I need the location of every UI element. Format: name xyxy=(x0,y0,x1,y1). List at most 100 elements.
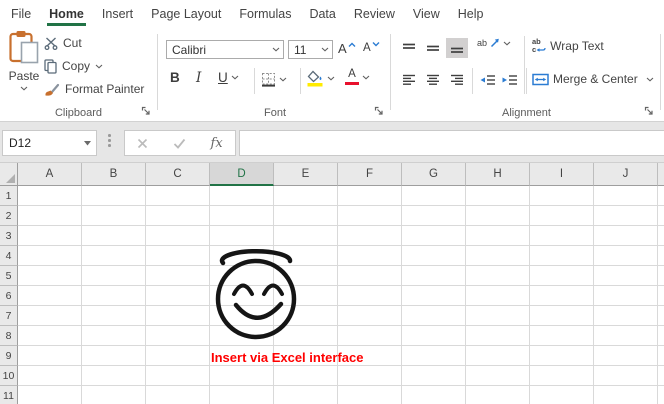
column-header-C[interactable]: C xyxy=(146,163,210,186)
bold-label: B xyxy=(170,70,180,85)
tab-help[interactable]: Help xyxy=(456,1,486,28)
middle-align-button[interactable] xyxy=(422,38,444,58)
font-name-value: Calibri xyxy=(172,43,272,57)
merge-center-icon xyxy=(532,73,549,86)
tab-insert[interactable]: Insert xyxy=(100,1,135,28)
row-header-9[interactable]: 9 xyxy=(0,346,18,366)
align-left-icon xyxy=(402,74,416,86)
group-separator xyxy=(390,34,391,110)
row-header-7[interactable]: 7 xyxy=(0,306,18,326)
row-header-2[interactable]: 2 xyxy=(0,206,18,226)
underline-label: U xyxy=(218,70,228,85)
format-painter-brush-icon xyxy=(44,82,60,97)
name-box-dropdown-icon[interactable] xyxy=(83,140,92,146)
format-painter-button[interactable]: Format Painter xyxy=(44,78,144,100)
insert-function-button[interactable]: fx xyxy=(211,136,223,151)
increase-indent-icon xyxy=(502,74,518,86)
orientation-chevron-icon xyxy=(503,41,511,46)
orientation-arrow-icon xyxy=(490,38,500,48)
smiley-face-drawing[interactable] xyxy=(215,243,301,345)
fill-color-button[interactable] xyxy=(307,70,335,87)
column-header-F[interactable]: F xyxy=(338,163,402,186)
font-name-select[interactable]: Calibri xyxy=(166,40,284,59)
wrap-text-icon: ab c xyxy=(532,38,546,54)
column-header-partial[interactable] xyxy=(658,163,664,186)
font-color-bar xyxy=(345,82,359,86)
row-header-1[interactable]: 1 xyxy=(0,186,18,206)
align-center-button[interactable] xyxy=(422,70,444,90)
row-header-4[interactable]: 4 xyxy=(0,246,18,266)
clipboard-dialog-launcher[interactable] xyxy=(141,106,152,117)
merge-center-label: Merge & Center xyxy=(553,72,638,86)
enter-check-icon[interactable] xyxy=(173,138,186,149)
top-align-button[interactable] xyxy=(398,38,420,58)
font-color-chevron-icon xyxy=(362,75,370,80)
cut-button[interactable]: Cut xyxy=(44,32,82,54)
merge-center-button[interactable]: Merge & Center xyxy=(532,72,654,86)
column-header-A[interactable]: A xyxy=(18,163,82,186)
font-name-chevron-icon xyxy=(272,47,280,52)
column-header-J[interactable]: J xyxy=(594,163,658,186)
scissors-icon xyxy=(44,37,58,50)
italic-button[interactable]: I xyxy=(196,70,201,86)
name-box[interactable]: D12 xyxy=(2,130,97,156)
formula-bar-input[interactable] xyxy=(239,130,664,156)
select-all-corner[interactable] xyxy=(0,163,18,186)
top-align-icon xyxy=(402,42,416,54)
shrink-font-button[interactable]: A xyxy=(363,41,380,54)
face-outline xyxy=(218,261,294,337)
borders-button[interactable] xyxy=(261,72,287,87)
align-left-button[interactable] xyxy=(398,70,420,90)
underline-button[interactable]: U xyxy=(218,70,239,85)
row-header-11[interactable]: 11 xyxy=(0,386,18,404)
column-header-G[interactable]: G xyxy=(402,163,466,186)
tab-page-layout[interactable]: Page Layout xyxy=(149,1,223,28)
grow-font-button[interactable]: A xyxy=(338,41,356,56)
formula-buttons: fx xyxy=(124,130,236,156)
cancel-icon[interactable] xyxy=(137,138,148,149)
font-size-select[interactable]: 11 xyxy=(288,40,333,59)
row-header-6[interactable]: 6 xyxy=(0,286,18,306)
column-header-D[interactable]: D xyxy=(210,163,274,186)
formula-bar-drag-handle[interactable] xyxy=(108,134,111,147)
excel-window: File Home Insert Page Layout Formulas Da… xyxy=(0,0,664,404)
shrink-font-label: A xyxy=(363,42,371,54)
paste-clipboard-icon xyxy=(8,30,40,64)
row-header-8[interactable]: 8 xyxy=(0,326,18,346)
tab-home[interactable]: Home xyxy=(47,1,86,28)
font-color-button[interactable]: A xyxy=(345,69,370,85)
column-header-B[interactable]: B xyxy=(82,163,146,186)
tab-file[interactable]: File xyxy=(9,1,33,28)
cut-label: Cut xyxy=(63,36,82,50)
row-header-3[interactable]: 3 xyxy=(0,226,18,246)
wrap-return-arrow-icon xyxy=(536,46,546,54)
column-headers: ABCDEFGHIJ xyxy=(18,163,664,186)
bold-button[interactable]: B xyxy=(170,70,180,85)
font-group: Calibri 11 A A B I U xyxy=(160,28,390,122)
tab-review[interactable]: Review xyxy=(352,1,397,28)
font-group-label: Font xyxy=(160,107,390,119)
alignment-divider xyxy=(472,68,473,94)
increase-indent-button[interactable] xyxy=(499,70,521,90)
sheet-cells[interactable] xyxy=(18,186,664,404)
wrap-text-button[interactable]: ab c Wrap Text xyxy=(532,38,604,54)
merge-center-chevron-icon xyxy=(646,77,654,82)
column-header-E[interactable]: E xyxy=(274,163,338,186)
group-separator xyxy=(660,34,661,110)
font-color-icon: A xyxy=(345,69,359,85)
tab-view[interactable]: View xyxy=(411,1,442,28)
font-dialog-launcher[interactable] xyxy=(374,106,385,117)
column-header-H[interactable]: H xyxy=(466,163,530,186)
tab-data[interactable]: Data xyxy=(307,1,337,28)
alignment-dialog-launcher[interactable] xyxy=(644,106,655,117)
tab-formulas[interactable]: Formulas xyxy=(237,1,293,28)
align-right-button[interactable] xyxy=(446,70,468,90)
paste-button[interactable]: Paste xyxy=(4,30,44,100)
row-header-5[interactable]: 5 xyxy=(0,266,18,286)
decrease-indent-button[interactable] xyxy=(477,70,499,90)
copy-button[interactable]: Copy xyxy=(44,55,103,77)
orientation-button[interactable]: ab xyxy=(477,38,511,48)
row-header-10[interactable]: 10 xyxy=(0,366,18,386)
bottom-align-button[interactable] xyxy=(446,38,468,58)
column-header-I[interactable]: I xyxy=(530,163,594,186)
